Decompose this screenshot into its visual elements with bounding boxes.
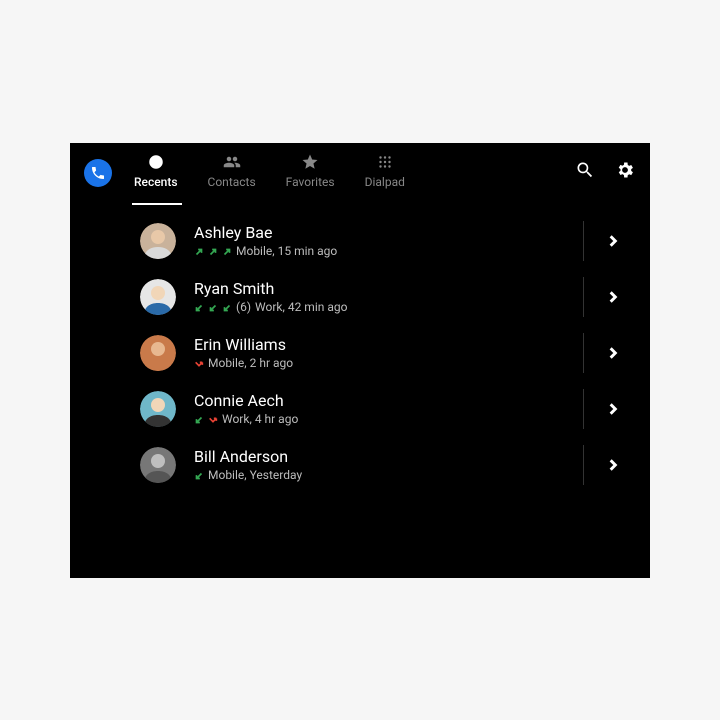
call-info: Bill Anderson Mobile, Yesterday (194, 447, 573, 482)
contact-name: Erin Williams (194, 335, 573, 354)
call-row[interactable]: Erin Williams Mobile, 2 hr ago (140, 325, 630, 381)
star-icon (301, 153, 319, 171)
call-line-time: Mobile, Yesterday (208, 468, 302, 482)
incoming-call-icon (194, 302, 204, 312)
tab-favorites[interactable]: Favorites (286, 153, 335, 189)
incoming-call-icon (222, 302, 232, 312)
call-count: (6) (236, 300, 251, 314)
dialpad-icon (376, 153, 394, 171)
call-subtitle: Mobile, Yesterday (194, 468, 573, 482)
tab-dialpad[interactable]: Dialpad (365, 153, 405, 189)
contact-name: Bill Anderson (194, 447, 573, 466)
avatar (140, 391, 176, 427)
call-line-time: Mobile, 15 min ago (236, 244, 337, 258)
row-divider (583, 333, 584, 373)
contact-name: Ryan Smith (194, 279, 573, 298)
tab-recents[interactable]: Recents (134, 153, 178, 189)
chevron-right-icon[interactable] (604, 288, 622, 306)
call-row[interactable]: Ashley Bae Mobile, 15 min ago (140, 213, 630, 269)
call-subtitle: Mobile, 2 hr ago (194, 356, 573, 370)
contact-name: Connie Aech (194, 391, 573, 410)
call-row[interactable]: Connie Aech Work, 4 hr ago (140, 381, 630, 437)
call-row[interactable]: Ryan Smith (6) Work, 42 min ago (140, 269, 630, 325)
call-line-time: Mobile, 2 hr ago (208, 356, 293, 370)
call-subtitle: Work, 4 hr ago (194, 412, 573, 426)
missed-call-icon (194, 358, 204, 368)
tab-label: Dialpad (365, 175, 405, 189)
tab-label: Recents (134, 175, 178, 189)
avatar (140, 447, 176, 483)
outgoing-call-icon (222, 246, 232, 256)
call-info: Ashley Bae Mobile, 15 min ago (194, 223, 573, 258)
avatar (140, 223, 176, 259)
row-divider (583, 445, 584, 485)
call-line-time: Work, 4 hr ago (222, 412, 298, 426)
tab-bar: Recents Contacts Favorites Dialpad (134, 153, 405, 189)
tab-label: Favorites (286, 175, 335, 189)
call-info: Connie Aech Work, 4 hr ago (194, 391, 573, 426)
call-info: Ryan Smith (6) Work, 42 min ago (194, 279, 573, 314)
row-divider (583, 221, 584, 261)
top-actions (574, 159, 636, 181)
tab-contacts[interactable]: Contacts (208, 153, 256, 189)
search-icon[interactable] (574, 159, 596, 181)
incoming-call-icon (194, 414, 204, 424)
gear-icon[interactable] (614, 159, 636, 181)
tab-label: Contacts (208, 175, 256, 189)
call-subtitle: (6) Work, 42 min ago (194, 300, 573, 314)
contact-name: Ashley Bae (194, 223, 573, 242)
call-line-time: Work, 42 min ago (255, 300, 347, 314)
call-info: Erin Williams Mobile, 2 hr ago (194, 335, 573, 370)
row-divider (583, 277, 584, 317)
chevron-right-icon[interactable] (604, 456, 622, 474)
incoming-call-icon (208, 302, 218, 312)
avatar (140, 279, 176, 315)
missed-call-icon (208, 414, 218, 424)
chevron-right-icon[interactable] (604, 400, 622, 418)
top-bar: Recents Contacts Favorites Dialpad (70, 143, 650, 203)
clock-icon (147, 153, 165, 171)
outgoing-call-icon (194, 246, 204, 256)
phone-app-window: Recents Contacts Favorites Dialpad Ashley B… (70, 143, 650, 578)
call-subtitle: Mobile, 15 min ago (194, 244, 573, 258)
chevron-right-icon[interactable] (604, 344, 622, 362)
incoming-call-icon (194, 470, 204, 480)
phone-app-icon (84, 159, 112, 187)
call-row[interactable]: Bill Anderson Mobile, Yesterday (140, 437, 630, 493)
row-divider (583, 389, 584, 429)
people-icon (223, 153, 241, 171)
avatar (140, 335, 176, 371)
recents-list: Ashley Bae Mobile, 15 min ago Ryan Smith (… (70, 205, 650, 493)
outgoing-call-icon (208, 246, 218, 256)
chevron-right-icon[interactable] (604, 232, 622, 250)
